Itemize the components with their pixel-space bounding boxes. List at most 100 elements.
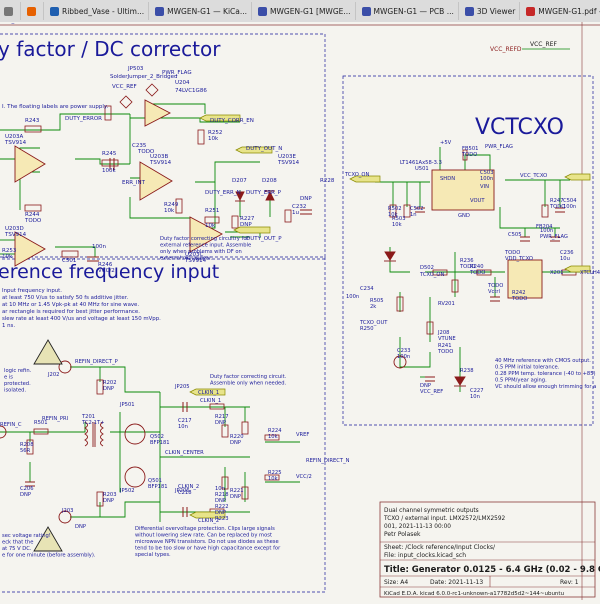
kicad-icon	[361, 6, 371, 16]
reference-label: DNP	[230, 440, 241, 446]
reference-footnote: Assemble only when needed.	[210, 381, 287, 387]
duty-label: 10k	[205, 223, 216, 229]
vctcxo-label: TODO	[461, 152, 477, 158]
vctcxo-note: 0.28 PPM temp. tolerance (-40 to +85)	[495, 371, 596, 377]
duty-label: 100k	[102, 168, 116, 174]
duty-label: 74LVC1G86	[175, 88, 207, 94]
reference-left-note: sec voltage rating!	[2, 533, 51, 539]
reference-bottom-note: microwave NPN transistors. Do not use di…	[135, 539, 279, 545]
taskbar-item[interactable]	[23, 2, 44, 20]
vctcxo-label: 100n	[480, 176, 493, 182]
vctcxo-label: 2k	[370, 304, 376, 310]
vctcxo-label: SHDN	[440, 176, 455, 182]
reference-label: DNP	[20, 492, 31, 498]
schematic-canvas[interactable]: y factor / DC corrector VCTCXO erence fr…	[0, 18, 600, 600]
reference-label: REFIN_DIRECT_N	[306, 458, 350, 464]
firefox-icon	[27, 6, 36, 16]
vctcxo-label: C505	[508, 232, 522, 238]
vctcxo-label: TODO	[469, 270, 485, 276]
vctcxo-label: 1n	[410, 212, 417, 218]
duty-section-title: y factor / DC corrector	[0, 37, 221, 61]
duty-label: 1u	[292, 210, 299, 216]
label-vcc-refd: VCC_REFD	[490, 46, 522, 53]
vctcxo-label: VOUT	[470, 198, 485, 204]
reference-footnote: Duty factor correcting circuit.	[210, 374, 287, 380]
reference-label: DNP	[103, 498, 114, 504]
vctcxo-label: R250	[360, 326, 374, 332]
vctcxo-label: PWR_FLAG	[485, 144, 513, 150]
reference-note: at 10 MHz or 1.45 Vpk-pk at 40 MHz for s…	[2, 302, 139, 308]
duty-label: JP503	[127, 66, 144, 72]
duty-label: R245	[102, 151, 117, 157]
vctcxo-label: GND	[458, 213, 470, 219]
vctcxo-label: 10u	[560, 256, 570, 262]
taskbar: Ribbed_Vase - Ultim... MWGEN-G1 — KiCa...…	[0, 0, 600, 23]
duty-label: DUTY_OUT_N	[246, 146, 282, 152]
vctcxo-label: VTUNE	[438, 336, 456, 342]
reference-bottom-note: tend to be too slow or have high capacit…	[135, 546, 281, 552]
reference-note: Input frequency input.	[2, 288, 62, 294]
duty-label: 10k	[2, 254, 13, 260]
duty-label: VCC_REF	[112, 84, 137, 90]
vctcxo-label: VCC_TCXO	[520, 173, 547, 179]
vctcxo-label: XTCLH40M000CHJA0P0	[580, 270, 600, 276]
reference-label: 10n	[178, 424, 188, 430]
reference-warning: isolated.	[4, 388, 26, 394]
duty-label: TODO	[24, 218, 42, 224]
taskbar-item[interactable]: Ribbed_Vase - Ultim...	[46, 2, 150, 20]
vctcxo-label: Vctrl	[488, 289, 500, 295]
title-block-size: Size: A4	[384, 579, 408, 586]
taskbar-item[interactable]: 3D Viewer	[461, 2, 521, 20]
duty-label: TSV914	[4, 232, 27, 238]
reference-label: 10k	[268, 434, 278, 440]
duty-label: U204	[175, 80, 190, 86]
vctcxo-label: 100n	[563, 204, 576, 210]
vctcxo-label: D502	[420, 265, 434, 271]
duty-label: ERR_INT	[122, 180, 146, 186]
vctcxo-note: 0.5 PPM initial tolerance.	[495, 365, 560, 371]
vctcxo-label: X201	[550, 270, 563, 276]
kicad-icon	[464, 6, 474, 16]
vctcxo-note: VC should allow enough trimming for a	[495, 384, 596, 390]
vctcxo-label: U501	[415, 166, 429, 172]
taskbar-item[interactable]: MWGEN-G1.pdf — G...	[522, 2, 600, 20]
vctcxo-label: R238	[460, 368, 474, 374]
duty-label: D208	[262, 178, 277, 184]
duty-notes-group: I. The floating labels are power supply.	[2, 104, 108, 110]
duty-footnote: external ref. appear.	[160, 256, 213, 262]
duty-label: VCC/2	[98, 268, 115, 274]
taskbar-item[interactable]: MWGEN-G1 — PCB ...	[358, 2, 459, 20]
reference-label: JP502	[119, 488, 135, 494]
reference-note: at least 750 V/us to satisfy 50 fs addit…	[2, 295, 128, 301]
vctcxo-label: RV201	[438, 301, 455, 307]
taskbar-item-label: MWGEN-G1.pdf — G...	[538, 6, 600, 16]
ultimaker-icon	[50, 6, 59, 16]
duty-label: DUTY_ERR_N	[205, 190, 241, 196]
reference-label: J202	[47, 372, 59, 378]
reference-warning: e is	[4, 375, 13, 381]
reference-bottom-note: without lowering slew rate. Can be repla…	[135, 533, 272, 539]
reference-label: REFIN_PRI	[42, 416, 69, 422]
duty-label: 100n	[92, 244, 106, 250]
title-block-date: Date: 2021-11-13	[430, 579, 483, 586]
schematic-svg: y factor / DC corrector VCTCXO erence fr…	[0, 18, 600, 600]
reference-label: DNP	[103, 386, 114, 392]
reference-warning: logic refin.	[4, 368, 32, 374]
reference-label: CLKIN_1	[198, 390, 219, 396]
reference-left-note: eck that the	[2, 540, 33, 546]
duty-label: D207	[232, 178, 247, 184]
reference-label: R223	[215, 516, 229, 522]
reference-bottom-note: special types.	[135, 552, 171, 558]
duty-label: R251	[205, 208, 219, 214]
vctcxo-label: 10k	[392, 222, 402, 228]
vctcxo-label: TODO	[511, 296, 527, 302]
reference-left-note: at 75 V DC.	[2, 546, 32, 552]
vctcxo-label: 100n	[397, 354, 410, 360]
taskbar-item[interactable]: MWGEN-G1 — KiCa...	[151, 2, 253, 20]
vctcxo-label: 10n	[470, 394, 480, 400]
reference-label: BFP181	[148, 484, 168, 490]
taskbar-item[interactable]: MWGEN-G1 [MWGE...	[254, 2, 356, 20]
taskbar-item[interactable]	[0, 2, 21, 20]
vctcxo-label: C234	[360, 286, 374, 292]
reference-label: JP205	[174, 384, 190, 390]
